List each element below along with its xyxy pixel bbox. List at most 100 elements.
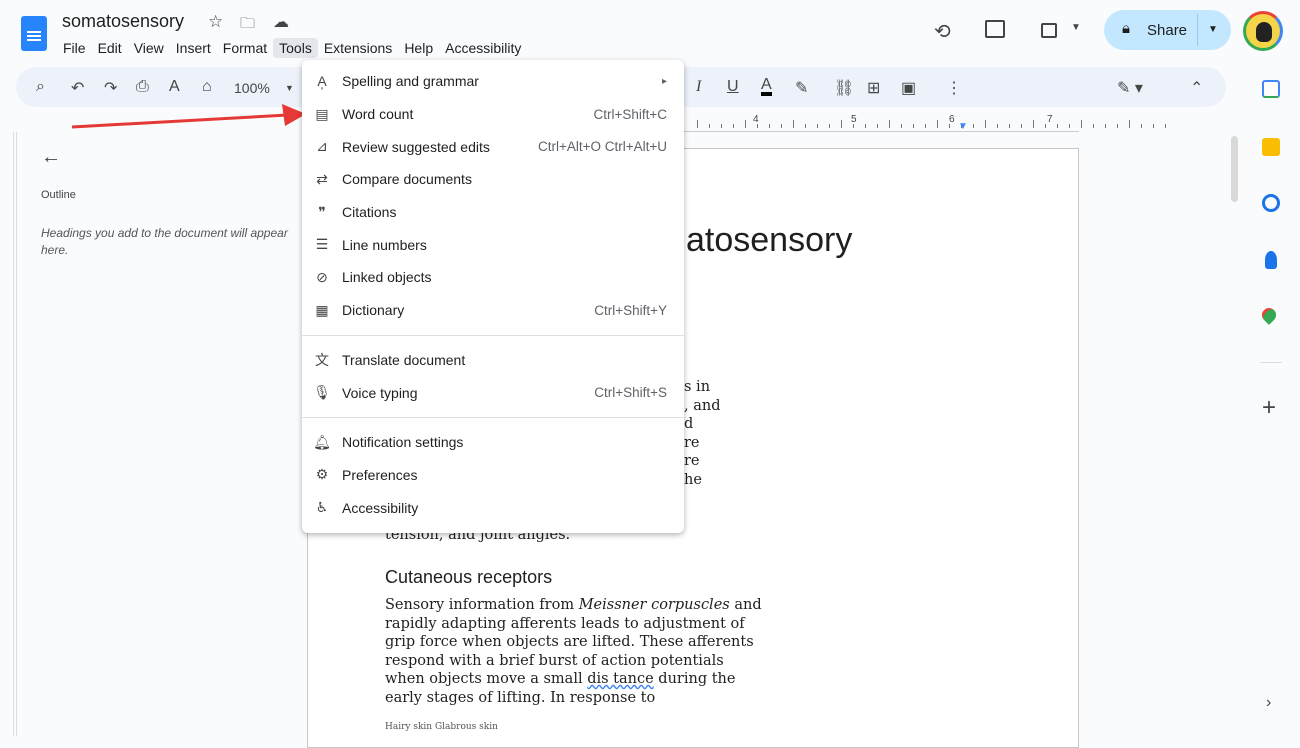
ruler-tick <box>817 124 818 128</box>
ruler-tick <box>709 124 710 128</box>
menu-accessibility[interactable]: Accessibility <box>439 38 527 58</box>
word-count-icon: ▤ <box>315 105 329 122</box>
version-history-icon[interactable]: ⟲ <box>934 19 951 44</box>
menu-edit[interactable]: Edit <box>92 38 128 58</box>
print-icon[interactable]: ⎙ <box>136 78 149 96</box>
move-folder-icon[interactable]: 🗀 <box>240 13 255 38</box>
zoom-dropdown-icon[interactable]: ▼ <box>285 83 294 93</box>
italic-icon[interactable]: I <box>696 78 701 96</box>
ruler-tick <box>1069 124 1070 128</box>
text-fragment: , and <box>684 397 721 414</box>
menu-item-notification-settings[interactable]: 🔔︎ Notification settings <box>302 426 684 459</box>
paragraph-line: when objects move a small dis tance duri… <box>385 671 736 687</box>
microphone-icon: 🎙︎ <box>313 384 331 401</box>
ruler-tick <box>997 124 998 128</box>
share-button[interactable]: 🔒︎ Share ▼ <box>1104 10 1231 50</box>
menu-item-label: Word count <box>342 106 414 123</box>
cloud-status-icon[interactable]: ☁ <box>273 12 289 32</box>
menu-item-linked-objects[interactable]: ⊘ Linked objects <box>302 261 684 294</box>
quote-icon: ❞ <box>318 203 326 220</box>
scrollbar[interactable] <box>1231 136 1238 202</box>
menu-item-compare-documents[interactable]: ⇄ Compare documents <box>302 163 684 196</box>
text-color-icon[interactable]: A <box>761 77 772 96</box>
add-comment-icon[interactable]: ⊞ <box>867 78 880 98</box>
paragraph-line: Sensory information from Meissner corpus… <box>385 597 762 613</box>
insert-image-icon[interactable]: ▣ <box>901 78 916 98</box>
star-icon[interactable]: ☆ <box>208 12 223 32</box>
annotation-arrow <box>71 104 306 129</box>
back-arrow-icon[interactable]: ← <box>41 146 61 169</box>
ruler-tick <box>1057 124 1058 128</box>
menu-item-translate-document[interactable]: 文 Translate document <box>302 344 684 377</box>
menu-item-voice-typing[interactable]: 🎙︎ Voice typing Ctrl+Shift+S <box>302 376 684 409</box>
text-fragment: re <box>684 453 700 469</box>
maps-icon[interactable] <box>1259 305 1279 325</box>
calendar-icon[interactable] <box>1262 80 1280 98</box>
menu-divider <box>302 334 684 336</box>
meet-dropdown-icon[interactable]: ▼ <box>1071 22 1081 33</box>
search-icon[interactable]: ⌕ <box>36 78 45 96</box>
docs-logo[interactable] <box>21 16 47 51</box>
menu-item-dictionary[interactable]: ▦ Dictionary Ctrl+Shift+Y <box>302 294 684 327</box>
vertical-ruler[interactable] <box>0 132 14 736</box>
ruler-tick <box>1009 124 1010 128</box>
ruler-tick <box>913 124 914 128</box>
menu-view[interactable]: View <box>128 38 170 58</box>
figure-caption: Hairy skin Glabrous skin <box>385 722 498 732</box>
menu-item-accessibility[interactable]: ♿︎ Accessibility <box>302 491 684 524</box>
ruler-tick <box>985 120 986 128</box>
menu-tools[interactable]: Tools <box>273 38 318 58</box>
tasks-icon[interactable] <box>1262 194 1280 212</box>
menu-extensions[interactable]: Extensions <box>318 38 398 58</box>
menu-file[interactable]: File <box>57 38 92 58</box>
meet-icon[interactable] <box>1041 23 1057 38</box>
menu-item-label: Compare documents <box>342 171 472 188</box>
menu-help[interactable]: Help <box>398 38 439 58</box>
submenu-arrow-icon: ▸ <box>661 75 667 87</box>
ruler-tick <box>1129 120 1130 128</box>
spelling-suggestion[interactable]: dis tance <box>587 671 653 687</box>
line-numbers-icon: ☰ <box>315 236 329 253</box>
share-dropdown-icon[interactable]: ▼ <box>1208 24 1218 35</box>
menu-item-label: Preferences <box>342 466 418 483</box>
text-fragment: he <box>684 471 702 488</box>
menu-item-review-suggested-edits[interactable]: ⊿ Review suggested edits Ctrl+Alt+O Ctrl+A… <box>302 130 684 163</box>
tools-menu: A̦ Spelling and grammar ▸ ▤ Word count Ctrl+S… <box>302 60 684 533</box>
menu-item-word-count[interactable]: ▤ Word count Ctrl+Shift+C <box>302 98 684 131</box>
menu-format[interactable]: Format <box>217 38 273 58</box>
highlight-icon[interactable]: ✎ <box>795 78 808 98</box>
ruler-tick <box>865 124 866 128</box>
ruler-label: 4 <box>753 114 759 125</box>
add-addon-icon[interactable]: + <box>1262 394 1276 422</box>
zoom-select[interactable]: 100% <box>234 80 270 96</box>
link-icon[interactable]: ⛓ <box>834 78 854 98</box>
comments-icon[interactable] <box>985 20 1005 38</box>
ruler-tick <box>973 124 974 128</box>
ruler-tick <box>1117 124 1118 128</box>
menu-item-citations[interactable]: ❞ Citations <box>302 196 684 229</box>
expand-panel-icon[interactable]: › <box>1266 694 1271 712</box>
contacts-icon[interactable] <box>1265 251 1277 269</box>
avatar[interactable] <box>1243 11 1283 51</box>
ruler-tick <box>745 120 746 128</box>
menu-item-preferences[interactable]: ⚙ Preferences <box>302 459 684 492</box>
underline-icon[interactable]: U <box>727 78 739 96</box>
menu-item-spelling-and-grammar[interactable]: A̦ Spelling and grammar ▸ <box>302 65 684 98</box>
editing-mode-icon[interactable]: ✎ ▾ <box>1117 78 1143 98</box>
paint-format-icon[interactable]: ⌂ <box>202 78 212 96</box>
ruler-tick <box>925 124 926 128</box>
text-fragment: s in <box>684 379 711 395</box>
spellcheck-icon[interactable]: A <box>169 78 180 96</box>
menu-item-line-numbers[interactable]: ☰ Line numbers <box>302 228 684 261</box>
more-icon[interactable]: ⋮ <box>946 78 962 98</box>
keep-icon[interactable] <box>1262 138 1280 156</box>
undo-icon[interactable]: ↶ <box>71 78 84 98</box>
menu-insert[interactable]: Insert <box>170 38 217 58</box>
redo-icon[interactable]: ↷ <box>104 78 117 98</box>
outline-label: Outline <box>41 189 76 201</box>
document-title[interactable]: somatosensory <box>62 11 184 32</box>
ruler-tick <box>1141 124 1142 128</box>
collapse-toolbar-icon[interactable]: ⌃ <box>1190 78 1203 98</box>
doc-title: atosensory <box>686 221 853 259</box>
outline-hint: Headings you add to the document will ap… <box>41 226 288 257</box>
